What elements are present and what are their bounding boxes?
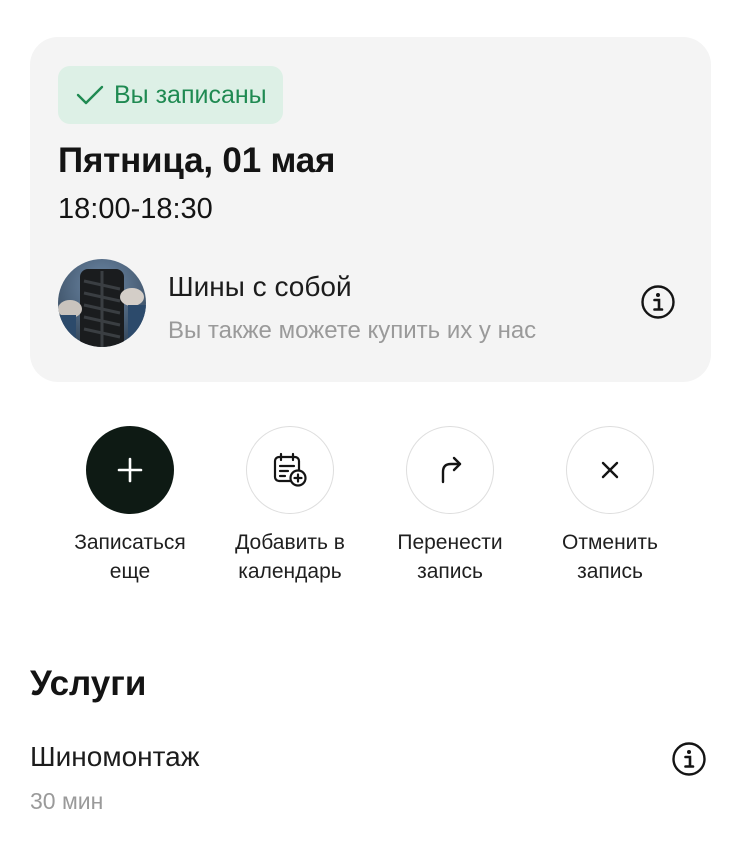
service-info-button[interactable] xyxy=(671,741,707,777)
book-again-circle[interactable] xyxy=(86,426,174,514)
cancel-booking-button[interactable]: Отменить запись xyxy=(530,426,690,586)
cancel-booking-label: Отменить запись xyxy=(562,531,658,583)
calendar-add-icon xyxy=(273,452,307,487)
plus-icon xyxy=(117,457,143,483)
service-duration: 30 мин xyxy=(30,788,104,814)
add-to-calendar-label: Добавить в календарь xyxy=(235,531,345,583)
info-icon xyxy=(672,742,706,776)
info-icon xyxy=(641,285,675,319)
add-to-calendar-button[interactable]: Добавить в календарь xyxy=(210,426,370,586)
status-label: Вы записаны xyxy=(114,80,267,109)
tire-option-title: Шины с собой xyxy=(168,271,352,302)
add-to-calendar-circle[interactable] xyxy=(246,426,334,514)
status-badge: Вы записаны xyxy=(58,66,283,124)
book-again-button[interactable]: Записаться еще xyxy=(50,426,210,586)
services-title: Услуги xyxy=(30,664,147,703)
tire-photo xyxy=(58,259,146,347)
check-icon xyxy=(76,85,104,105)
booking-time: 18:00-18:30 xyxy=(58,193,213,225)
booking-card: Вы записаны Пятница, 01 мая 18:00-18:30 xyxy=(30,37,711,382)
close-icon xyxy=(601,461,619,479)
book-again-label: Записаться еще xyxy=(74,531,186,583)
reschedule-label: Перенести запись xyxy=(397,531,503,583)
booking-actions: Записаться еще Добавить в календарь Пере… xyxy=(50,426,690,596)
cancel-booking-circle[interactable] xyxy=(566,426,654,514)
service-name: Шиномонтаж xyxy=(30,741,200,772)
booking-date: Пятница, 01 мая xyxy=(58,141,336,180)
reschedule-arrow-icon xyxy=(441,456,462,484)
tire-option-subtitle: Вы также можете купить их у нас xyxy=(168,317,537,344)
reschedule-button[interactable]: Перенести запись xyxy=(370,426,530,586)
reschedule-circle[interactable] xyxy=(406,426,494,514)
tire-info-button[interactable] xyxy=(640,284,676,320)
